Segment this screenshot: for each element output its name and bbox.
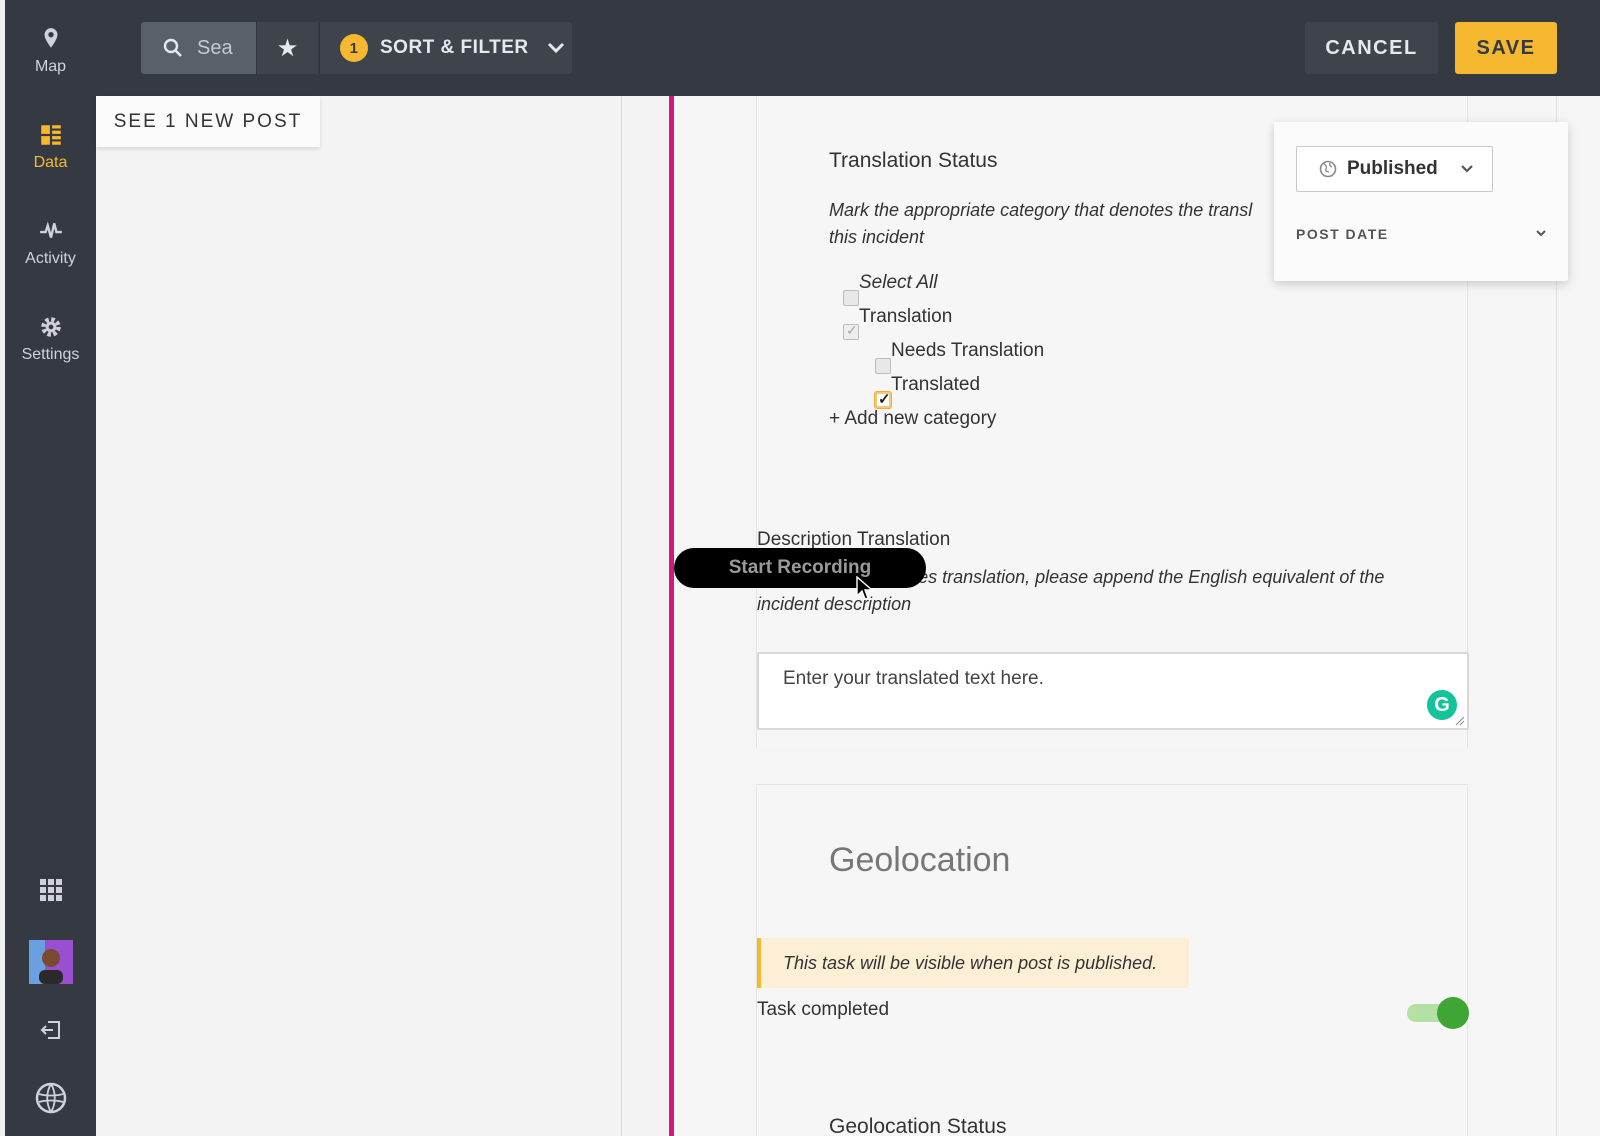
translation-textarea-placeholder: Enter your translated text here. — [783, 668, 1044, 689]
task-card-geolocation: Geolocation This task will be visible wh… — [756, 784, 1469, 1136]
translation-status-help-line2: this incident — [829, 227, 925, 247]
chevron-down-icon — [1461, 165, 1473, 173]
save-button[interactable]: SAVE — [1455, 22, 1557, 74]
star-icon: ★ — [276, 34, 299, 62]
select-all-checkbox[interactable] — [843, 290, 859, 306]
nav-item-map[interactable]: Map — [5, 26, 96, 76]
panel-gutter — [623, 96, 669, 1136]
user-avatar[interactable] — [5, 940, 96, 984]
translation-status-help-line1: Mark the appropriate category that denot… — [829, 200, 1253, 220]
gear-icon — [40, 317, 61, 337]
geolocation-status-title: Geolocation Status — [829, 1115, 1007, 1136]
logo — [5, 1080, 96, 1116]
post-date-label[interactable]: POST DATE — [1296, 226, 1389, 242]
mouse-cursor-icon — [856, 576, 874, 600]
needs-translation-label: Needs Translation — [891, 340, 1045, 361]
apps-grid-icon — [39, 879, 62, 901]
task-completed-toggle[interactable] — [1407, 997, 1469, 1029]
logout-button[interactable] — [5, 1018, 96, 1042]
globe-icon — [1319, 160, 1337, 178]
needs-translation-checkbox[interactable] — [875, 358, 891, 374]
resize-grip-icon[interactable] — [1455, 716, 1465, 726]
sort-filter-label: SORT & FILTER — [380, 37, 529, 58]
nav-item-data[interactable]: Data — [5, 122, 96, 172]
geolocation-title: Geolocation — [829, 841, 1011, 879]
search-placeholder: Sea — [197, 36, 233, 59]
start-recording-button[interactable]: Start Recording — [674, 548, 926, 588]
add-category-link[interactable]: + Add new category — [829, 408, 996, 430]
activity-icon — [39, 221, 62, 238]
task-completed-label: Task completed — [757, 999, 890, 1020]
translation-status-help: Mark the appropriate category that denot… — [829, 197, 1252, 251]
status-select[interactable]: Published — [1296, 146, 1493, 192]
nav-item-activity[interactable]: Activity — [5, 218, 96, 268]
select-all-label: Select All — [859, 272, 938, 293]
toggle-knob — [1437, 997, 1469, 1029]
translated-checkbox[interactable] — [875, 390, 891, 408]
translated-label: Translated — [891, 374, 981, 395]
nav-item-settings[interactable]: Settings — [5, 314, 96, 364]
logout-icon — [40, 1021, 60, 1039]
nav-label-data: Data — [33, 154, 68, 171]
status-value: Published — [1347, 158, 1438, 179]
ushahidi-logo-icon — [35, 1082, 66, 1114]
description-translation-help-line2: incident description — [757, 594, 912, 614]
filter-count-badge: 1 — [340, 34, 368, 62]
chevron-down-icon[interactable] — [1534, 226, 1548, 240]
translation-label: Translation — [859, 306, 953, 327]
apps-grid-button[interactable] — [5, 878, 96, 902]
cancel-button[interactable]: CANCEL — [1305, 22, 1438, 74]
nav-label-settings: Settings — [21, 346, 80, 363]
search-input[interactable]: Sea — [141, 22, 256, 74]
favorites-button[interactable]: ★ — [256, 22, 318, 74]
chevron-down-icon — [547, 42, 564, 54]
post-status-panel: Published POST DATE — [1274, 122, 1568, 281]
sort-filter-button[interactable]: 1 SORT & FILTER — [319, 22, 572, 74]
avatar — [28, 940, 73, 984]
nav-label-map: Map — [34, 58, 67, 75]
visibility-notice: This task will be visible when post is p… — [757, 938, 1189, 988]
translation-status-title: Translation Status — [829, 149, 998, 172]
search-icon — [163, 38, 182, 57]
grammarly-icon[interactable]: G — [1427, 690, 1457, 720]
top-bar: Sea ★ 1 SORT & FILTER CANCEL SAVE — [96, 0, 1600, 96]
post-list-panel: SEE 1 NEW POST — [96, 96, 622, 1136]
see-new-post-button[interactable]: SEE 1 NEW POST — [96, 96, 320, 147]
map-pin-icon — [44, 28, 57, 48]
translation-textarea[interactable]: Enter your translated text here. G — [757, 652, 1469, 730]
nav-label-activity: Activity — [25, 250, 76, 267]
left-nav: Map Data Activity Settings — [0, 0, 96, 1136]
translation-checkbox[interactable] — [843, 322, 859, 340]
data-icon — [40, 125, 61, 145]
